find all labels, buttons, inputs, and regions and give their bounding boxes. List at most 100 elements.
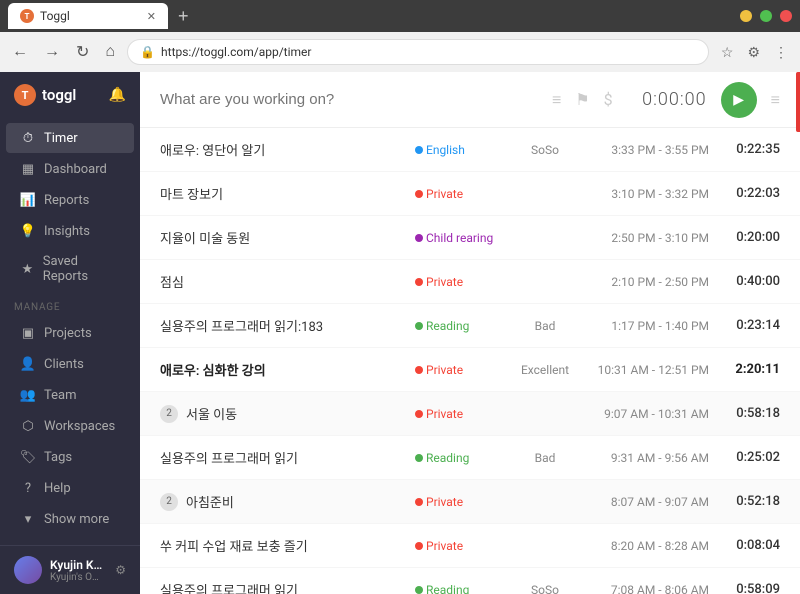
time-entry-input[interactable] [160, 91, 540, 108]
sidebar-header: T toggl 🔔 [0, 72, 140, 118]
new-tab-button[interactable]: + [172, 4, 195, 29]
menu-button[interactable]: ⋮ [770, 40, 792, 65]
extensions-button[interactable]: ⚙ [743, 40, 764, 65]
more-options-icon[interactable]: ≡ [771, 90, 780, 110]
entry-description: 실용주의 프로그래머 읽기 [160, 448, 405, 467]
start-timer-button[interactable]: ▶ [721, 82, 757, 118]
sidebar-item-tags[interactable]: 🏷 Tags [6, 442, 134, 472]
sidebar-item-saved-reports[interactable]: ★ Saved Reports [6, 247, 134, 291]
project-name: Private [426, 187, 463, 201]
entry-time-range: 7:08 AM - 8:06 AM [575, 583, 725, 594]
project-name: Reading [426, 451, 469, 465]
table-row: 점심 Private 2:10 PM - 2:50 PM 0:40:00 [140, 260, 800, 304]
main-content: ≡ ⚑ $ 0:00:00 ▶ ≡ 애로우: 영단어 알기 English [140, 72, 800, 594]
avatar [14, 556, 42, 584]
entry-duration: 0:22:03 [725, 186, 780, 201]
tag-icon[interactable]: ⚑ [575, 90, 589, 109]
notification-bell-icon[interactable]: 🔔 [109, 87, 126, 103]
entry-project: Reading [415, 319, 495, 333]
sidebar-item-reports-label: Reports [44, 193, 89, 208]
project-dot [415, 366, 423, 374]
project-dot [415, 586, 423, 594]
close-button[interactable] [780, 10, 792, 22]
sidebar-item-team-label: Team [44, 388, 77, 403]
sidebar-item-timer-label: Timer [44, 131, 78, 146]
sidebar-item-help[interactable]: ? Help [6, 473, 134, 503]
tags-icon: 🏷 [20, 449, 36, 465]
sidebar-footer: Kyujin Kang Kyujin's Office ⚙ [0, 545, 140, 594]
entry-duration: 0:08:04 [725, 538, 780, 553]
project-dot [415, 146, 423, 154]
reload-button[interactable]: ↻ [72, 38, 93, 66]
topbar: ≡ ⚑ $ 0:00:00 ▶ ≡ [140, 72, 800, 128]
home-button[interactable]: ⌂ [101, 39, 119, 65]
entry-time-range: 3:10 PM - 3:32 PM [575, 187, 725, 201]
reports-icon: 📊 [20, 192, 36, 208]
sidebar-item-clients[interactable]: 👤 Clients [6, 349, 134, 379]
entry-duration: 0:58:18 [725, 406, 780, 421]
entry-duration: 0:22:35 [725, 142, 780, 157]
entry-time-range: 1:17 PM - 1:40 PM [575, 319, 725, 333]
entry-description: 서울 이동 [186, 404, 405, 423]
sidebar-item-projects-label: Projects [44, 326, 92, 341]
list-icon[interactable]: ≡ [552, 90, 561, 110]
entry-project: Private [415, 275, 495, 289]
sidebar-item-dashboard[interactable]: ▦ Dashboard [6, 154, 134, 184]
project-dot [415, 498, 423, 506]
sidebar-item-help-label: Help [44, 481, 71, 496]
table-row: 2 서울 이동 Private 9:07 AM - 10:31 AM 0:58:… [140, 392, 800, 436]
entry-description: 실용주의 프로그래머 읽기 [160, 580, 405, 594]
table-row: 2 아침준비 Private 8:07 AM - 9:07 AM 0:52:18 [140, 480, 800, 524]
entry-time-range: 3:33 PM - 3:55 PM [575, 143, 725, 157]
sidebar-item-team[interactable]: 👥 Team [6, 380, 134, 410]
table-row: 실용주의 프로그래머 읽기:183 Reading Bad 1:17 PM - … [140, 304, 800, 348]
minimize-button[interactable] [740, 10, 752, 22]
forward-button[interactable]: → [40, 39, 64, 65]
table-row: 애로우: 심화한 강의 Private Excellent 10:31 AM -… [140, 348, 800, 392]
entry-description: 점심 [160, 272, 405, 291]
window-controls [740, 10, 792, 22]
sidebar-item-reports[interactable]: 📊 Reports [6, 185, 134, 215]
entry-duration: 2:20:11 [725, 362, 780, 377]
bookmark-button[interactable]: ☆ [717, 40, 738, 65]
entry-project: English [415, 143, 495, 157]
entry-description: 애로우: 심화한 강의 [160, 360, 405, 379]
group-count: 2 [160, 493, 178, 511]
entry-duration: 0:58:09 [725, 582, 780, 594]
entry-project: Private [415, 407, 495, 421]
entry-project: Child rearing [415, 231, 495, 245]
show-more-label: Show more [44, 512, 109, 527]
entry-description: 실용주의 프로그래머 읽기:183 [160, 316, 405, 335]
timer-display: 0:00:00 [627, 89, 707, 110]
entry-client: Bad [515, 319, 575, 333]
entry-client: Excellent [515, 363, 575, 377]
show-more-button[interactable]: ▾ Show more [6, 504, 134, 534]
sidebar-item-insights-label: Insights [44, 224, 90, 239]
back-button[interactable]: ← [8, 39, 32, 65]
sidebar-item-saved-reports-label: Saved Reports [43, 254, 120, 284]
tab-close-button[interactable]: ✕ [147, 10, 156, 23]
browser-tab[interactable]: T Toggl ✕ [8, 3, 168, 29]
entry-time-range: 8:20 AM - 8:28 AM [575, 539, 725, 553]
project-dot [415, 234, 423, 242]
sidebar-item-projects[interactable]: ▣ Projects [6, 318, 134, 348]
logo-icon: T [14, 84, 36, 106]
entry-time-range: 9:31 AM - 9:56 AM [575, 451, 725, 465]
table-row: 애로우: 영단어 알기 English SoSo 3:33 PM - 3:55 … [140, 128, 800, 172]
url-text: https://toggl.com/app/timer [161, 45, 311, 59]
maximize-button[interactable] [760, 10, 772, 22]
sidebar-item-insights[interactable]: 💡 Insights [6, 216, 134, 246]
address-bar[interactable]: 🔒 https://toggl.com/app/timer [127, 39, 709, 65]
user-settings-icon[interactable]: ⚙ [115, 563, 126, 577]
sidebar-item-timer[interactable]: ⏱ Timer [6, 123, 134, 153]
table-row: 마트 장보기 Private 3:10 PM - 3:32 PM 0:22:03 [140, 172, 800, 216]
sidebar-item-tags-label: Tags [44, 450, 72, 465]
sidebar-item-workspaces[interactable]: ⬡ Workspaces [6, 411, 134, 441]
entry-client: SoSo [515, 143, 575, 157]
topbar-actions: ≡ ⚑ $ 0:00:00 ▶ ≡ [552, 82, 780, 118]
dollar-icon[interactable]: $ [604, 90, 613, 109]
entry-description: 지율이 미술 동원 [160, 228, 405, 247]
group-count: 2 [160, 405, 178, 423]
project-dot [415, 454, 423, 462]
table-row: 실용주의 프로그래머 읽기 Reading SoSo 7:08 AM - 8:0… [140, 568, 800, 594]
